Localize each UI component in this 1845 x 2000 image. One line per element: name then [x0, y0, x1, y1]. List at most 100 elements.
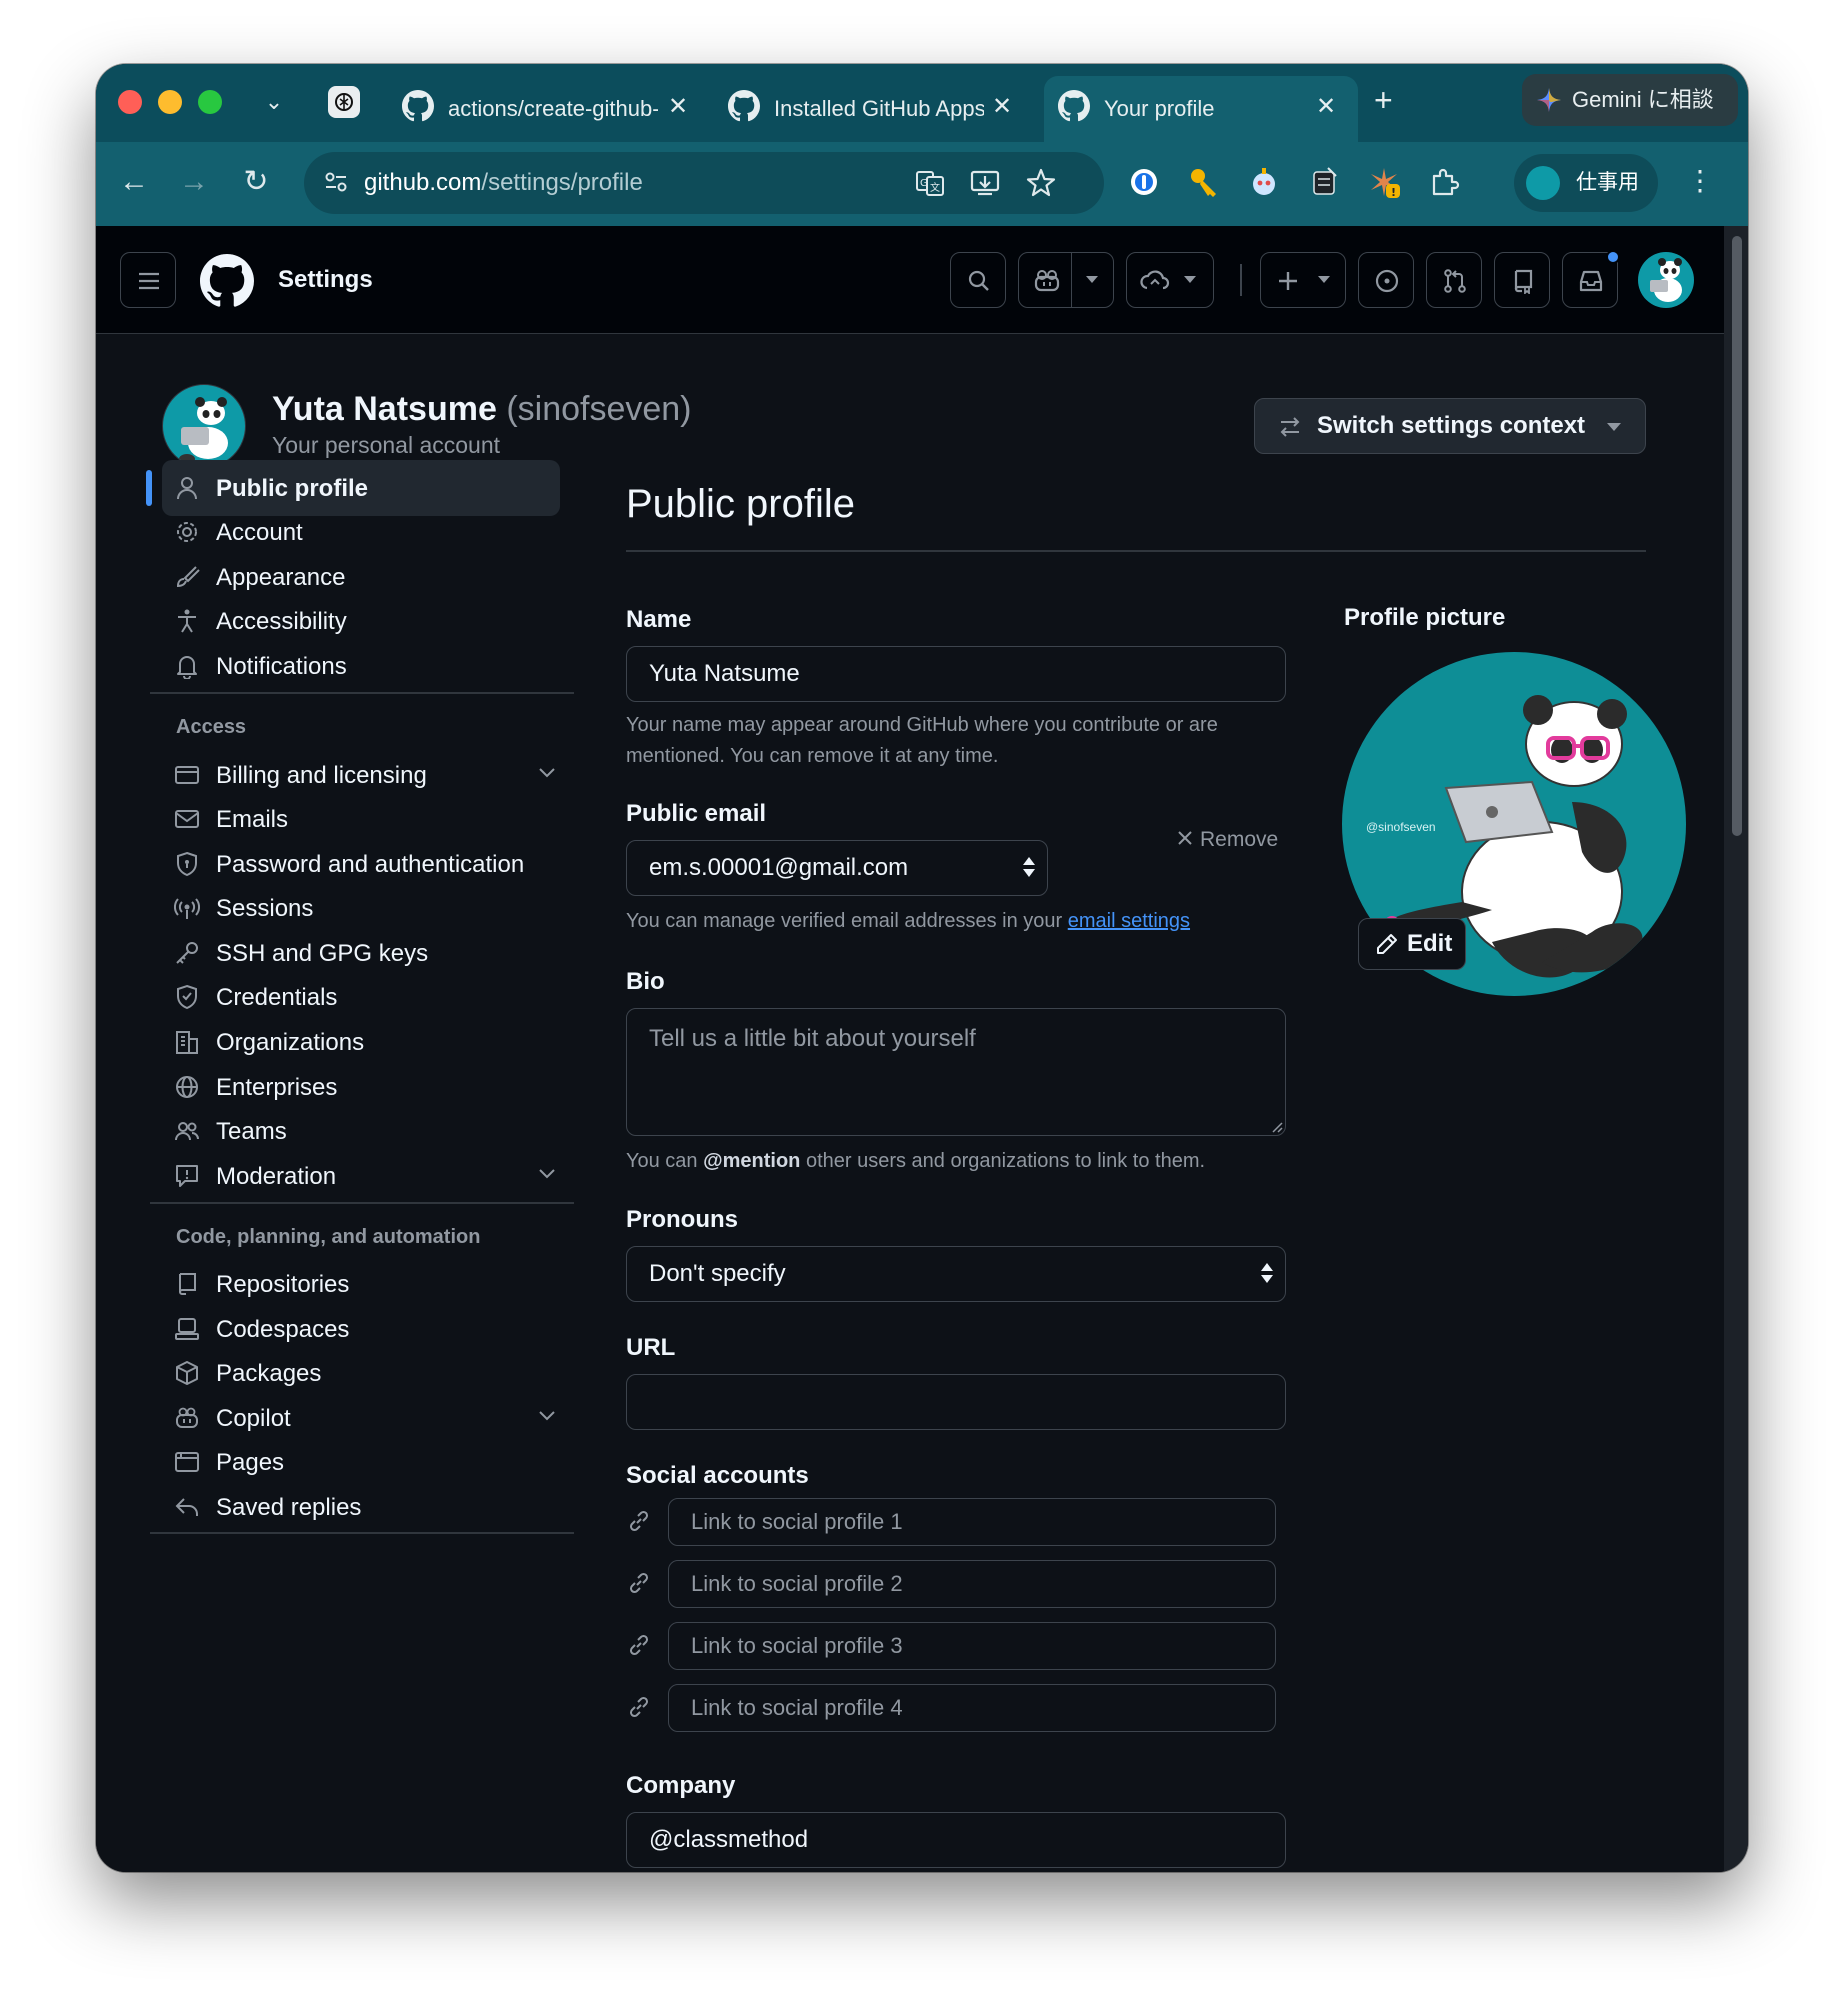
public-email-select[interactable]: em.s.00001@gmail.com: [626, 840, 1048, 896]
inbox-icon: [1579, 270, 1603, 292]
minimize-window-button[interactable]: [158, 90, 182, 114]
page-title: Public profile: [626, 482, 856, 526]
gear-icon: [177, 522, 197, 542]
svg-text:!: !: [1391, 186, 1396, 199]
github-logo-icon[interactable]: [200, 254, 254, 308]
tab-your-profile[interactable]: Your profile ✕: [1058, 76, 1358, 142]
browser-toolbar: ← → ↻ github.com/settings/profile G 文 ! …: [96, 142, 1748, 226]
bookmark-star-icon[interactable]: [1024, 166, 1058, 200]
copilot-icon: [176, 1407, 198, 1428]
tab-search-chevron-icon[interactable]: ⌄: [256, 84, 292, 120]
social-profile-input-4[interactable]: Link to social profile 4: [668, 1684, 1276, 1732]
repositories-button[interactable]: [1494, 252, 1550, 308]
sidebar-item-label: Enterprises: [216, 1074, 338, 1101]
plus-icon: [1279, 272, 1297, 290]
url-input[interactable]: [626, 1374, 1286, 1430]
scrollbar-thumb[interactable]: [1732, 236, 1742, 836]
resize-handle-icon[interactable]: [1269, 1119, 1283, 1133]
page-scrollbar[interactable]: [1724, 226, 1748, 1872]
create-new-button[interactable]: [1260, 252, 1346, 308]
close-tab-icon[interactable]: ✕: [668, 92, 688, 121]
onepassword-extension-icon[interactable]: [1126, 164, 1162, 200]
user-avatar-menu[interactable]: [1638, 252, 1694, 308]
issues-button[interactable]: [1358, 252, 1414, 308]
cloud-icon: [1140, 270, 1170, 290]
codespaces-cloud-button[interactable]: [1126, 252, 1214, 308]
gemini-button[interactable]: Gemini に相談: [1522, 74, 1738, 126]
link-icon: [629, 1634, 649, 1656]
email-settings-link[interactable]: email settings: [1068, 910, 1190, 932]
translate-icon[interactable]: G 文: [914, 166, 948, 200]
sidebar-item-label: Codespaces: [216, 1316, 350, 1343]
robot-extension-icon[interactable]: [1246, 164, 1282, 200]
repo-icon: [1514, 269, 1533, 294]
remove-email-button[interactable]: Remove: [1176, 828, 1278, 852]
person-icon: [177, 477, 197, 500]
pronouns-select[interactable]: Don't specify: [626, 1246, 1286, 1302]
github-mark-icon: [1058, 90, 1090, 122]
key-icon: [176, 942, 198, 964]
git-pull-request-icon: [1444, 269, 1466, 293]
install-app-icon[interactable]: [968, 166, 1002, 200]
url-label: URL: [626, 1334, 676, 1361]
close-tab-icon[interactable]: ✕: [1316, 92, 1336, 121]
email-note-text: You can manage verified email addresses …: [626, 910, 1068, 932]
tab-title: actions/create-github-app-token: [448, 96, 658, 121]
sidebar-item-label: Billing and licensing: [216, 762, 427, 789]
sidebar-item-label: Notifications: [216, 653, 347, 680]
company-input[interactable]: @classmethod: [626, 1812, 1286, 1868]
close-tab-icon[interactable]: ✕: [992, 92, 1012, 121]
copilot-button[interactable]: [1018, 252, 1114, 308]
tab-strip: ⌄ actions/create-github-app-token ✕ Inst…: [96, 64, 1748, 142]
close-window-button[interactable]: [118, 90, 142, 114]
tab-installed-github-apps[interactable]: Installed GitHub Apps ✕: [728, 76, 1038, 142]
search-icon: [968, 270, 989, 291]
url-path: /settings/profile: [481, 169, 643, 196]
panda-avatar-icon: [179, 397, 228, 464]
broadcast-icon: [174, 898, 200, 919]
sidebar-item-saved-replies[interactable]: Saved replies: [162, 1479, 560, 1535]
github-header: Settings: [96, 226, 1724, 334]
social-profile-input-2[interactable]: Link to social profile 2: [668, 1560, 1276, 1608]
social-profile-input-3[interactable]: Link to social profile 3: [668, 1622, 1276, 1670]
extensions-puzzle-icon[interactable]: [1426, 164, 1462, 200]
browser-profile-button[interactable]: 仕事用: [1514, 154, 1658, 212]
edit-profile-picture-button[interactable]: Edit: [1358, 918, 1466, 970]
hamburger-menu-button[interactable]: [120, 252, 176, 308]
bio-textarea[interactable]: Tell us a little bit about yourself: [626, 1008, 1286, 1136]
pronouns-label: Pronouns: [626, 1206, 738, 1233]
reload-icon[interactable]: ↻: [234, 160, 278, 204]
public-email-value: em.s.00001@gmail.com: [649, 854, 909, 881]
zoom-window-button[interactable]: [198, 90, 222, 114]
github-mark-icon: [728, 90, 760, 122]
caret-down-icon: [1318, 276, 1330, 283]
claude-extension-icon[interactable]: !: [1366, 164, 1402, 200]
sidebar-item-notifications[interactable]: Notifications: [162, 638, 560, 694]
forward-arrow-icon[interactable]: →: [172, 160, 216, 204]
key-extension-icon[interactable]: [1186, 164, 1222, 200]
bell-icon: [177, 656, 197, 679]
profile-picture-label: Profile picture: [1344, 604, 1506, 631]
sidebar-item-moderation[interactable]: Moderation: [162, 1148, 560, 1204]
browser-menu-icon[interactable]: ⋮: [1686, 164, 1714, 197]
new-tab-button[interactable]: +: [1374, 82, 1393, 119]
settings-page: Yuta Natsume (sinofseven) Your personal …: [96, 334, 1724, 1872]
back-arrow-icon[interactable]: ←: [112, 160, 156, 204]
address-bar[interactable]: github.com/settings/profile G 文: [304, 152, 1104, 214]
organization-icon: [176, 1031, 198, 1054]
pull-requests-button[interactable]: [1426, 252, 1482, 308]
gemini-sparkle-icon: [1537, 88, 1561, 112]
name-input[interactable]: Yuta Natsume: [626, 646, 1286, 702]
notes-extension-icon[interactable]: [1306, 164, 1342, 200]
pinned-tab-openai[interactable]: [328, 86, 360, 118]
search-button[interactable]: [950, 252, 1006, 308]
social-profile-input-1[interactable]: Link to social profile 1: [668, 1498, 1276, 1546]
x-icon: [1178, 831, 1192, 845]
tab-create-github-app-token[interactable]: actions/create-github-app-token ✕: [402, 76, 712, 142]
sidebar-item-label: Credentials: [216, 984, 338, 1011]
switch-settings-context-button[interactable]: Switch settings context: [1254, 398, 1646, 454]
url-host: github.com: [364, 169, 482, 196]
sidebar-item-label: SSH and GPG keys: [216, 940, 429, 967]
active-indicator: [146, 470, 152, 506]
pencil-icon: [1377, 934, 1397, 954]
